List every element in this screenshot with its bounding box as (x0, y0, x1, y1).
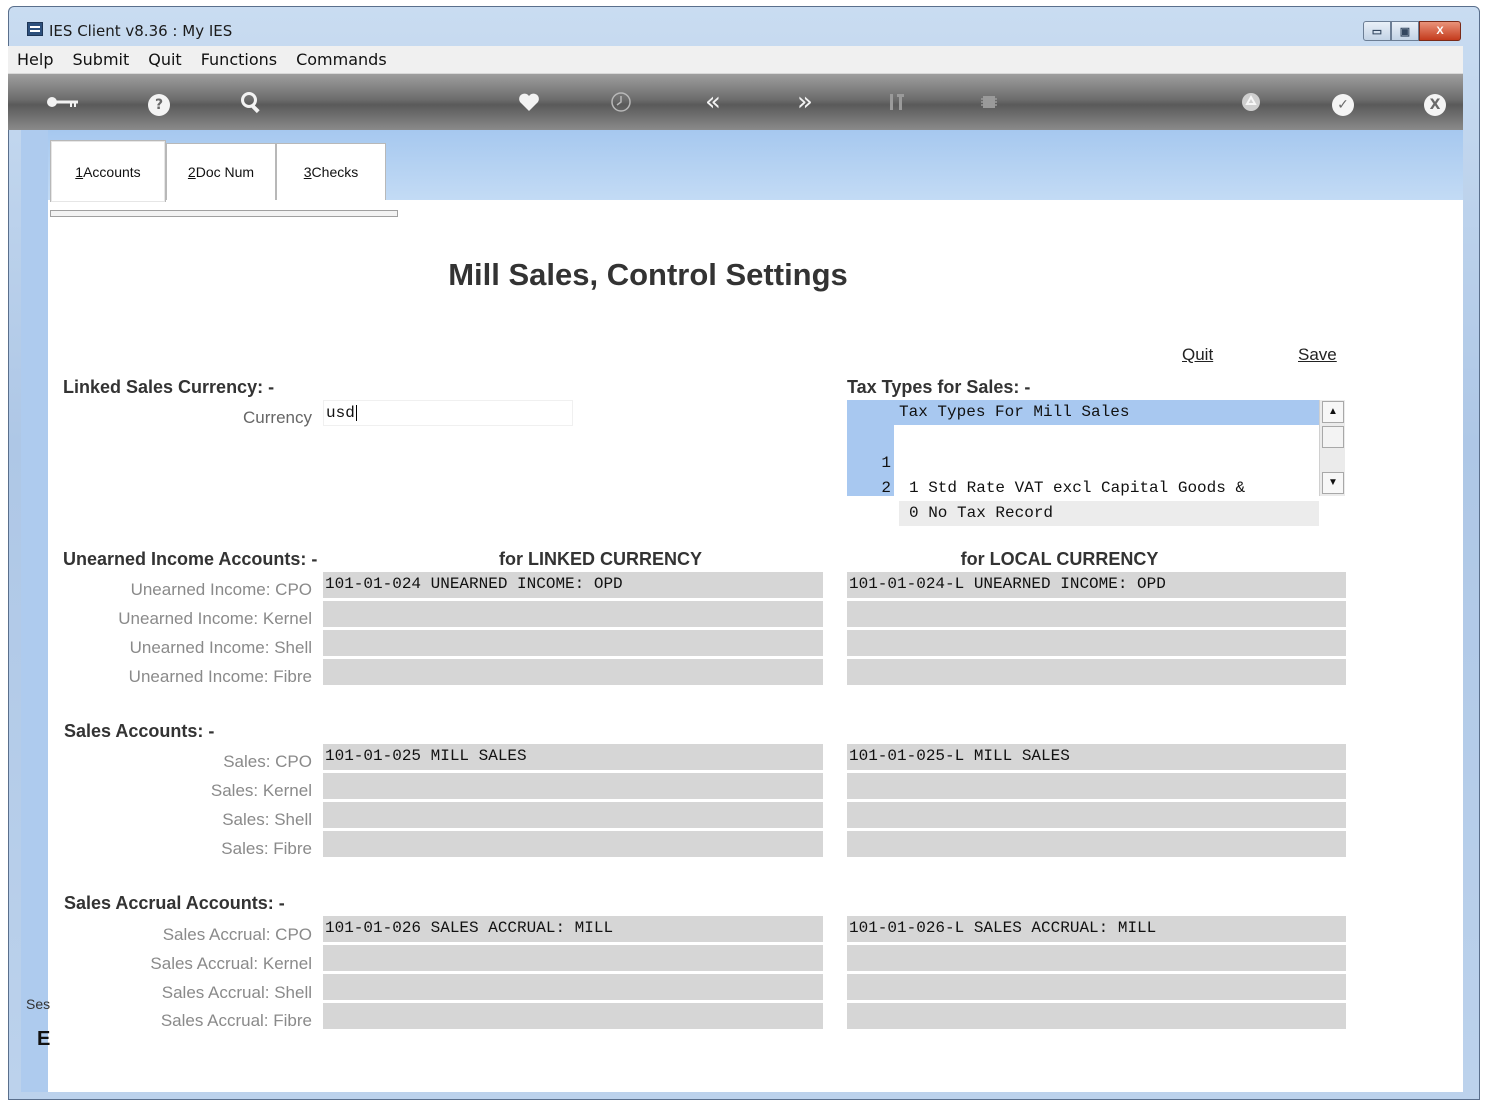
sales-kernel-local-field[interactable] (847, 773, 1346, 799)
sales-heading: Sales Accounts: - (64, 721, 215, 741)
maximize-button[interactable]: ▣ (1391, 21, 1419, 41)
close-window-button[interactable]: X (1419, 21, 1461, 41)
tab-doc-num-label: Doc Num (195, 164, 255, 180)
sales-shell-label: Sales: Shell (222, 810, 312, 829)
sales-kernel-linked-field[interactable] (323, 773, 823, 799)
tab-accounts-key: 1 (75, 163, 84, 180)
tax-types-heading: Tax Types for Sales: - (847, 377, 1031, 397)
sales-kernel-label: Sales: Kernel (210, 781, 312, 800)
unearned-heading: Unearned Income Accounts: - (63, 549, 318, 569)
currency-value: usd (326, 404, 355, 422)
menu-help[interactable]: Help (8, 50, 63, 69)
sales-cpo-label: Sales: CPO (223, 752, 312, 771)
quit-link[interactable]: Quit (1182, 345, 1213, 365)
accrual-shell-local-field[interactable] (847, 974, 1346, 1000)
row-text: 1 Std Rate VAT excl Capital Goods & (899, 476, 1319, 501)
table-row[interactable]: 2 0 No Tax Record (847, 451, 1319, 526)
unearned-kernel-local-field[interactable] (847, 601, 1346, 627)
key-icon[interactable] (44, 90, 84, 114)
page-title: Mill Sales, Control Settings (448, 257, 848, 292)
unearned-shell-linked-field[interactable] (323, 630, 823, 656)
tab-checks-key: 3 (303, 164, 312, 180)
accrual-fibre-local-field[interactable] (847, 1003, 1346, 1029)
table-row[interactable]: 1 1 Std Rate VAT excl Capital Goods & (847, 426, 1319, 501)
accrual-shell-label: Sales Accrual: Shell (161, 983, 312, 1002)
scroll-thumb[interactable] (1322, 426, 1344, 448)
currency-input[interactable]: usd (323, 400, 573, 426)
row-text: 0 No Tax Record (899, 501, 1319, 526)
menu-submit[interactable]: Submit (63, 50, 139, 69)
chip-icon[interactable] (974, 90, 1004, 114)
linked-currency-column-title: for LINKED CURRENCY (498, 549, 702, 569)
search-icon[interactable] (236, 90, 266, 114)
grid-scrollbar[interactable]: ▲ ▼ (1319, 400, 1345, 496)
unearned-shell-label: Unearned Income: Shell (129, 638, 312, 657)
clock-icon[interactable] (606, 90, 636, 114)
unearned-kernel-label: Unearned Income: Kernel (118, 609, 312, 628)
scroll-up-icon[interactable]: ▲ (1322, 401, 1344, 423)
unearned-cpo-linked-field[interactable]: 101-01-024 UNEARNED INCOME: OPD (323, 572, 823, 598)
grid-column-header: Tax Types For Mill Sales (847, 400, 1319, 425)
menu-bar: Help Submit Quit Functions Commands (8, 46, 1463, 74)
minimize-button[interactable]: ▭ (1363, 21, 1391, 41)
unearned-fibre-local-field[interactable] (847, 659, 1346, 685)
forward-icon[interactable]: » (790, 89, 820, 115)
sales-fibre-label: Sales: Fibre (221, 839, 312, 858)
unearned-fibre-label: Unearned Income: Fibre (128, 667, 312, 686)
sales-shell-local-field[interactable] (847, 802, 1346, 828)
toolbar: ? « » ✓ X (8, 74, 1463, 130)
tab-doc-num[interactable]: 2 Doc Num (166, 143, 276, 200)
tools-icon[interactable] (882, 90, 912, 114)
accrual-kernel-label: Sales Accrual: Kernel (150, 954, 312, 973)
sales-shell-linked-field[interactable] (323, 802, 823, 828)
sales-fibre-linked-field[interactable] (323, 831, 823, 857)
tab-checks-label: Checks (311, 164, 359, 180)
help-icon[interactable]: ? (144, 90, 174, 116)
accrual-shell-linked-field[interactable] (323, 974, 823, 1000)
check-icon[interactable]: ✓ (1328, 90, 1358, 116)
currency-label: Currency (243, 408, 312, 427)
unearned-cpo-label: Unearned Income: CPO (130, 580, 312, 599)
close-icon[interactable]: X (1420, 90, 1450, 116)
heart-icon[interactable] (514, 90, 544, 114)
recycle-icon[interactable] (1236, 90, 1266, 114)
accrual-kernel-local-field[interactable] (847, 945, 1346, 971)
back-icon[interactable]: « (698, 89, 728, 115)
menu-functions[interactable]: Functions (192, 50, 287, 69)
tab-checks[interactable]: 3 Checks (276, 143, 386, 200)
app-icon (27, 22, 43, 36)
accrual-cpo-label: Sales Accrual: CPO (162, 925, 312, 944)
menu-commands[interactable]: Commands (287, 50, 397, 69)
tab-underline (50, 210, 398, 217)
sales-cpo-linked-field[interactable]: 101-01-025 MILL SALES (323, 744, 823, 770)
menu-quit[interactable]: Quit (139, 50, 191, 69)
accrual-cpo-linked-field[interactable]: 101-01-026 SALES ACCRUAL: MILL (323, 916, 823, 942)
tab-accounts-label: Accounts (83, 163, 141, 180)
save-link[interactable]: Save (1298, 345, 1337, 365)
sales-cpo-local-field[interactable]: 101-01-025-L MILL SALES (847, 744, 1346, 770)
unearned-shell-local-field[interactable] (847, 630, 1346, 656)
unearned-cpo-local-field[interactable]: 101-01-024-L UNEARNED INCOME: OPD (847, 572, 1346, 598)
accrual-kernel-linked-field[interactable] (323, 945, 823, 971)
accrual-heading: Sales Accrual Accounts: - (64, 893, 285, 913)
window-title: IES Client v8.36 : My IES (49, 22, 233, 40)
row-number: 2 (881, 479, 891, 497)
tax-types-grid[interactable]: Tax Types For Mill Sales 1 1 Std Rate VA… (847, 400, 1345, 526)
accrual-fibre-linked-field[interactable] (323, 1003, 823, 1029)
unearned-kernel-linked-field[interactable] (323, 601, 823, 627)
accrual-cpo-local-field[interactable]: 101-01-026-L SALES ACCRUAL: MILL (847, 916, 1346, 942)
local-currency-column-title: for LOCAL CURRENCY (960, 549, 1159, 569)
tab-accounts[interactable]: 1 Accounts (50, 140, 166, 202)
unearned-fibre-linked-field[interactable] (323, 659, 823, 685)
accrual-fibre-label: Sales Accrual: Fibre (160, 1011, 312, 1030)
session-glyph: E (37, 1028, 51, 1050)
tab-doc-num-key: 2 (187, 164, 196, 180)
sales-fibre-local-field[interactable] (847, 831, 1346, 857)
scroll-down-icon[interactable]: ▼ (1322, 472, 1344, 494)
text-caret (355, 404, 357, 421)
linked-currency-heading: Linked Sales Currency: - (63, 377, 275, 397)
